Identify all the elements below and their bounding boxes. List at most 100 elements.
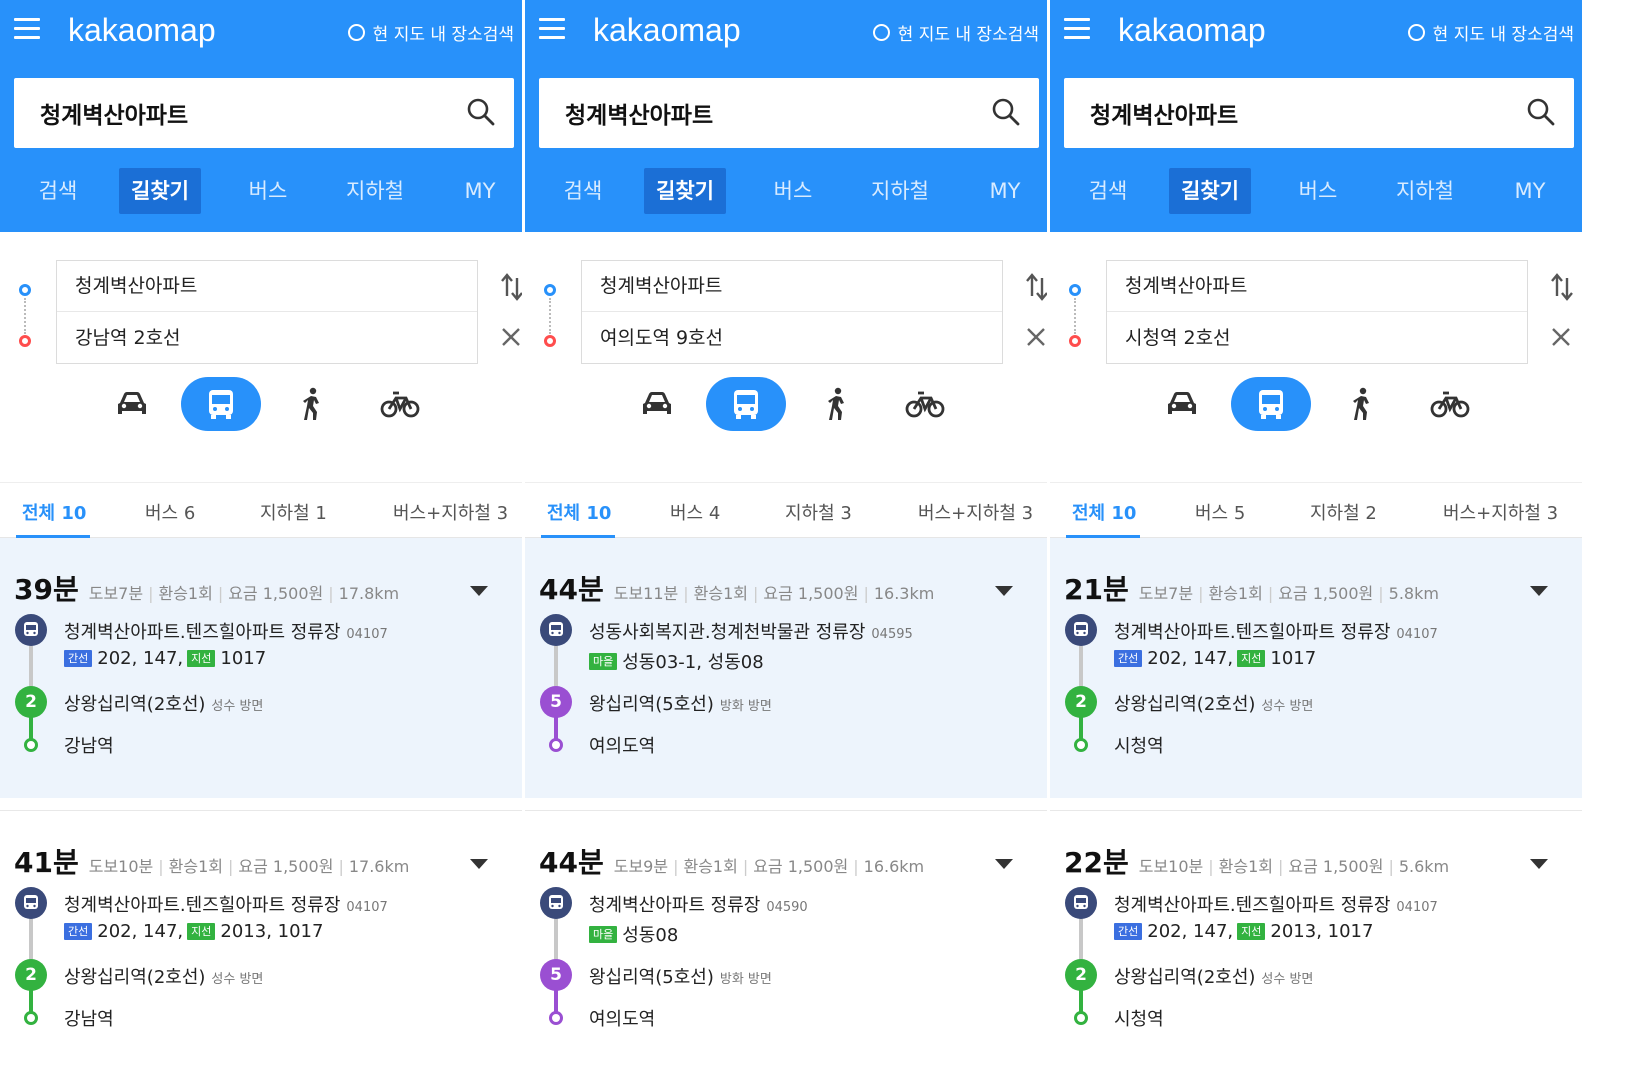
map-area-search-toggle[interactable]: 현 지도 내 장소검색 xyxy=(347,20,514,45)
tab-my[interactable]: MY xyxy=(454,168,506,214)
bike-mode-button[interactable] xyxy=(360,377,440,431)
car-mode-button[interactable] xyxy=(92,377,172,431)
search-icon[interactable] xyxy=(466,97,496,127)
chevron-down-icon[interactable] xyxy=(470,586,488,596)
category-all[interactable]: 전체 10 xyxy=(22,499,86,525)
category-bus[interactable]: 버스 4 xyxy=(670,499,720,525)
route-result-card[interactable]: 41분 도보10분 | 환승1회 | 요금 1,500원 | 17.6km 청계벽산아파트.… xyxy=(0,810,522,1075)
bike-mode-button[interactable] xyxy=(1410,377,1490,431)
transit-mode-button[interactable] xyxy=(181,377,261,431)
route-result-card[interactable]: 22분 도보10분 | 환승1회 | 요금 1,500원 | 5.6km 청계벽산아파트.텐… xyxy=(1050,810,1582,1075)
arrival-station[interactable]: 여의도역 xyxy=(589,1005,655,1031)
arrival-station[interactable]: 강남역 xyxy=(64,732,114,758)
swap-icon[interactable] xyxy=(1025,272,1049,302)
route-result-card[interactable]: 44분 도보11분 | 환승1회 | 요금 1,500원 | 16.3km 성동사회복지관.… xyxy=(525,538,1047,798)
category-bus[interactable]: 버스 6 xyxy=(145,499,195,525)
boarding-stop[interactable]: 청계벽산아파트 정류장 04590 xyxy=(589,891,808,917)
menu-icon[interactable] xyxy=(1064,18,1090,40)
tab-bus[interactable]: 버스 xyxy=(763,168,823,214)
chevron-down-icon[interactable] xyxy=(470,859,488,869)
chevron-down-icon[interactable] xyxy=(995,586,1013,596)
search-input[interactable]: 청계벽산아파트 xyxy=(1064,78,1574,148)
boarding-stop[interactable]: 성동사회복지관.청계천박물관 정류장 04595 xyxy=(589,618,913,644)
map-area-search-toggle[interactable]: 현 지도 내 장소검색 xyxy=(1407,20,1574,45)
boarding-stop[interactable]: 청계벽산아파트.텐즈힐아파트 정류장 04107 xyxy=(64,891,388,917)
origin-field[interactable]: 청계벽산아파트 xyxy=(57,261,477,312)
car-mode-button[interactable] xyxy=(617,377,697,431)
category-all[interactable]: 전체 10 xyxy=(1072,499,1136,525)
transfer-station[interactable]: 왕십리역(5호선) 방화 방면 xyxy=(589,690,772,716)
tab-directions[interactable]: 길찾기 xyxy=(644,168,726,214)
search-input[interactable]: 청계벽산아파트 xyxy=(539,78,1039,148)
boarding-stop[interactable]: 청계벽산아파트.텐즈힐아파트 정류장 04107 xyxy=(64,618,388,644)
car-mode-button[interactable] xyxy=(1142,377,1222,431)
tab-subway[interactable]: 지하철 xyxy=(860,168,940,214)
bike-mode-button[interactable] xyxy=(885,377,965,431)
boarding-stop[interactable]: 청계벽산아파트.텐즈힐아파트 정류장 04107 xyxy=(1114,618,1438,644)
transfer-station[interactable]: 상왕십리역(2호선) 성수 방면 xyxy=(64,963,263,989)
close-icon[interactable] xyxy=(500,326,522,348)
transfer-station-name: 상왕십리역(2호선) xyxy=(64,694,206,715)
category-subway[interactable]: 지하철 3 xyxy=(785,499,852,525)
destination-field[interactable]: 강남역 2호선 xyxy=(57,313,477,364)
logo[interactable]: kakaomap xyxy=(593,12,741,49)
swap-icon[interactable] xyxy=(1550,272,1574,302)
arrival-station[interactable]: 시청역 xyxy=(1114,732,1164,758)
chevron-down-icon[interactable] xyxy=(1530,586,1548,596)
transfer-station[interactable]: 상왕십리역(2호선) 성수 방면 xyxy=(1114,963,1313,989)
destination-field[interactable]: 여의도역 9호선 xyxy=(582,313,1002,364)
boarding-stop[interactable]: 청계벽산아파트.텐즈힐아파트 정류장 04107 xyxy=(1114,891,1438,917)
walk-mode-button[interactable] xyxy=(272,377,352,431)
logo[interactable]: kakaomap xyxy=(68,12,216,49)
walk-time: 도보10분 xyxy=(1138,857,1204,876)
route-result-card[interactable]: 39분 도보7분 | 환승1회 | 요금 1,500원 | 17.8km 청계벽산아파트.텐… xyxy=(0,538,522,798)
transit-mode-button[interactable] xyxy=(1231,377,1311,431)
close-icon[interactable] xyxy=(1025,326,1047,348)
category-subway[interactable]: 지하철 2 xyxy=(1310,499,1377,525)
route-result-card[interactable]: 44분 도보9분 | 환승1회 | 요금 1,500원 | 16.6km 청계벽산아파트 정… xyxy=(525,810,1047,1075)
menu-icon[interactable] xyxy=(539,18,565,40)
category-bus-subway[interactable]: 버스+지하철 3 xyxy=(918,499,1033,525)
swap-icon[interactable] xyxy=(500,272,524,302)
transfer-station[interactable]: 왕십리역(5호선) 방화 방면 xyxy=(589,963,772,989)
chevron-down-icon[interactable] xyxy=(1530,859,1548,869)
search-icon[interactable] xyxy=(991,97,1021,127)
tab-search[interactable]: 검색 xyxy=(28,168,88,214)
tab-subway[interactable]: 지하철 xyxy=(1385,168,1465,214)
arrival-station[interactable]: 강남역 xyxy=(64,1005,114,1031)
arrival-station[interactable]: 여의도역 xyxy=(589,732,655,758)
origin-field[interactable]: 청계벽산아파트 xyxy=(582,261,1002,312)
tab-my[interactable]: MY xyxy=(1504,168,1556,214)
menu-icon[interactable] xyxy=(14,18,40,40)
search-input[interactable]: 청계벽산아파트 xyxy=(14,78,514,148)
tab-subway[interactable]: 지하철 xyxy=(335,168,415,214)
route-result-card[interactable]: 21분 도보7분 | 환승1회 | 요금 1,500원 | 5.8km 청계벽산아파트.텐즈… xyxy=(1050,538,1582,798)
transfer-count: 환승1회 xyxy=(1218,857,1273,876)
category-bus-subway[interactable]: 버스+지하철 3 xyxy=(393,499,508,525)
logo[interactable]: kakaomap xyxy=(1118,12,1266,49)
tab-search[interactable]: 검색 xyxy=(1078,168,1138,214)
category-all[interactable]: 전체 10 xyxy=(547,499,611,525)
chevron-down-icon[interactable] xyxy=(995,859,1013,869)
subway-line-icon: 2 xyxy=(15,686,47,718)
walk-mode-button[interactable] xyxy=(1322,377,1402,431)
origin-field[interactable]: 청계벽산아파트 xyxy=(1107,261,1527,312)
map-area-search-toggle[interactable]: 현 지도 내 장소검색 xyxy=(872,20,1039,45)
tab-my[interactable]: MY xyxy=(979,168,1031,214)
category-bus-subway[interactable]: 버스+지하철 3 xyxy=(1443,499,1558,525)
tab-directions[interactable]: 길찾기 xyxy=(119,168,201,214)
transit-mode-button[interactable] xyxy=(706,377,786,431)
destination-field[interactable]: 시청역 2호선 xyxy=(1107,313,1527,364)
tab-bus[interactable]: 버스 xyxy=(1288,168,1348,214)
walk-mode-button[interactable] xyxy=(797,377,877,431)
search-icon[interactable] xyxy=(1526,97,1556,127)
transfer-station[interactable]: 상왕십리역(2호선) 성수 방면 xyxy=(64,690,263,716)
close-icon[interactable] xyxy=(1550,326,1572,348)
tab-directions[interactable]: 길찾기 xyxy=(1169,168,1251,214)
tab-search[interactable]: 검색 xyxy=(553,168,613,214)
arrival-station[interactable]: 시청역 xyxy=(1114,1005,1164,1031)
transfer-station[interactable]: 상왕십리역(2호선) 성수 방면 xyxy=(1114,690,1313,716)
category-bus[interactable]: 버스 5 xyxy=(1195,499,1245,525)
tab-bus[interactable]: 버스 xyxy=(238,168,298,214)
category-subway[interactable]: 지하철 1 xyxy=(260,499,327,525)
